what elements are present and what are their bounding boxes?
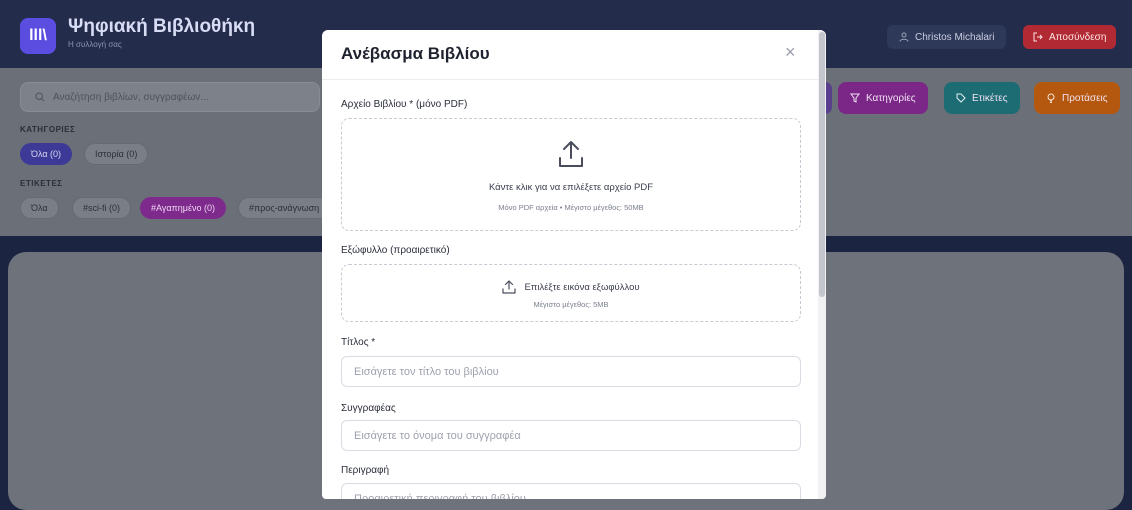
- author-input[interactable]: [341, 420, 801, 451]
- cover-prompt: Επιλέξτε εικόνα εξωφύλλου: [524, 281, 640, 293]
- suggestions-button-label: Προτάσεις: [1062, 92, 1108, 104]
- file-label: Αρχείο Βιβλίου * (μόνο PDF): [341, 99, 468, 110]
- user-menu[interactable]: Christos Michalari: [887, 25, 1007, 49]
- cover-dropzone[interactable]: Επιλέξτε εικόνα εξωφύλλου Μέγιστο μέγεθο…: [341, 264, 801, 322]
- categories-button[interactable]: Κατηγορίες: [838, 82, 928, 114]
- app-subtitle: Η συλλογή σας: [68, 40, 122, 49]
- author-label: Συγγραφέας: [341, 403, 396, 414]
- file-hint: Μόνο PDF αρχεία • Μέγιστο μέγεθος: 50MB: [498, 203, 644, 212]
- user-name: Christos Michalari: [915, 31, 995, 43]
- tags-button[interactable]: Ετικέτες: [944, 82, 1020, 114]
- category-chip-all[interactable]: Όλα (0): [20, 143, 73, 165]
- file-prompt: Κάντε κλικ για να επιλέξετε αρχείο PDF: [488, 182, 654, 193]
- search-input[interactable]: Αναζήτηση βιβλίων, συγγραφέων...: [20, 82, 320, 112]
- modal-scrollbar-thumb[interactable]: [819, 32, 825, 297]
- suggestions-button[interactable]: Προτάσεις: [1034, 82, 1120, 114]
- tag-chip-scifi[interactable]: #sci-fi (0): [72, 197, 132, 219]
- cover-hint: Μέγιστο μέγεθος: 5MB: [533, 300, 609, 309]
- app-title: Ψηφιακή Βιβλιοθήκη: [68, 16, 256, 37]
- category-chip-history[interactable]: Ιστορία (0): [84, 143, 149, 165]
- upload-book-modal: Ανέβασμα Βιβλίου × Αρχείο Βιβλίου * (μόν…: [322, 30, 826, 499]
- lightbulb-icon: [1047, 93, 1055, 103]
- tag-chip-to-read[interactable]: #προς-ανάγνωση: [238, 197, 331, 219]
- logout-label: Αποσύνδεση: [1049, 31, 1107, 43]
- categories-button-label: Κατηγορίες: [866, 92, 916, 104]
- filter-icon: [850, 93, 860, 103]
- upload-icon: [559, 141, 583, 167]
- library-icon: lll\: [20, 18, 56, 54]
- tags-heading: ΕΤΙΚΕΤΕΣ: [20, 179, 63, 188]
- pdf-dropzone[interactable]: Κάντε κλικ για να επιλέξετε αρχείο PDF Μ…: [341, 118, 801, 231]
- tag-chip-all[interactable]: Όλα: [20, 197, 59, 219]
- description-input[interactable]: [341, 483, 801, 499]
- logout-icon: [1033, 32, 1043, 42]
- title-label: Τίτλος *: [341, 337, 376, 348]
- title-input[interactable]: [341, 356, 801, 387]
- user-icon: [899, 32, 909, 42]
- modal-header: Ανέβασμα Βιβλίου ×: [322, 30, 818, 80]
- tag-chip-favorite[interactable]: #Αγαπημένο (0): [140, 197, 226, 219]
- description-label: Περιγραφή: [341, 465, 390, 476]
- close-icon[interactable]: ×: [785, 42, 796, 63]
- tag-icon: [956, 93, 966, 103]
- cover-label: Εξώφυλλο (προαιρετικό): [341, 245, 450, 256]
- tags-button-label: Ετικέτες: [972, 92, 1008, 104]
- categories-heading: ΚΑΤΗΓΟΡΙΕΣ: [20, 125, 76, 134]
- search-placeholder: Αναζήτηση βιβλίων, συγγραφέων...: [53, 91, 209, 103]
- logout-button[interactable]: Αποσύνδεση: [1023, 25, 1117, 49]
- upload-icon: [502, 280, 517, 294]
- search-icon: [35, 92, 45, 102]
- modal-title: Ανέβασμα Βιβλίου: [341, 44, 490, 63]
